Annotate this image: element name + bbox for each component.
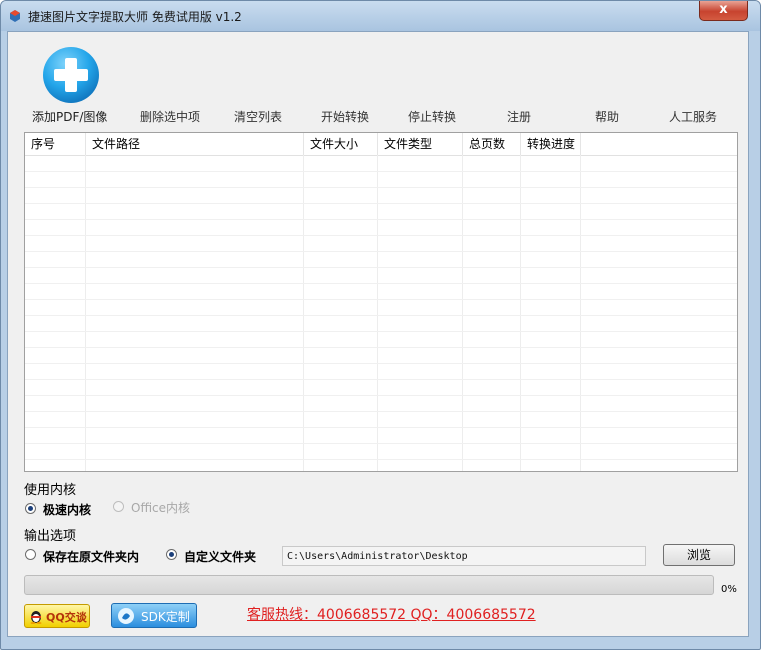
grid-row-line bbox=[25, 203, 737, 204]
output-section-title: 输出选项 bbox=[24, 529, 77, 544]
grid-row-line bbox=[25, 283, 737, 284]
manual-service-button[interactable]: 人工服务 bbox=[669, 108, 717, 125]
save-original-folder-label[interactable]: 保存在原文件夹内 bbox=[43, 548, 139, 565]
register-button[interactable]: 注册 bbox=[507, 108, 531, 125]
custom-folder-label[interactable]: 自定义文件夹 bbox=[184, 548, 256, 565]
add-pdf-image-button[interactable]: 添加PDF/图像 bbox=[32, 108, 107, 125]
grid-row-line bbox=[25, 331, 737, 332]
grid-row-line bbox=[25, 171, 737, 172]
grid-row-line bbox=[25, 363, 737, 364]
custom-folder-radio[interactable] bbox=[166, 549, 177, 560]
grid-row-line bbox=[25, 219, 737, 220]
column-header-progress[interactable]: 转换进度 bbox=[521, 133, 581, 155]
grid-row-line bbox=[25, 299, 737, 300]
engine-office-label: Office内核 bbox=[131, 501, 191, 515]
column-header-pages[interactable]: 总页数 bbox=[463, 133, 521, 155]
qq-chat-button[interactable]: QQ交谈 bbox=[24, 604, 90, 628]
grid-row-line bbox=[25, 411, 737, 412]
sdk-icon bbox=[118, 608, 134, 624]
column-header-type[interactable]: 文件类型 bbox=[378, 133, 463, 155]
title-bar[interactable]: 捷速图片文字提取大师 免费试用版 v1.2 x bbox=[1, 1, 760, 31]
add-icon[interactable] bbox=[41, 45, 101, 105]
qq-chat-label: QQ交谈 bbox=[46, 611, 87, 624]
progress-bar bbox=[24, 575, 714, 595]
support-hotline-link[interactable]: 客服热线：4006685572 QQ：4006685572 bbox=[247, 604, 536, 624]
grid-row-line bbox=[25, 427, 737, 428]
grid-row-line bbox=[25, 251, 737, 252]
client-area: 添加PDF/图像 删除选中项 清空列表 开始转换 停止转换 注册 帮助 人工服务… bbox=[7, 31, 749, 637]
save-original-folder-radio[interactable] bbox=[25, 549, 36, 560]
grid-row-line bbox=[25, 347, 737, 348]
grid-row-line bbox=[25, 379, 737, 380]
delete-selected-button[interactable]: 删除选中项 bbox=[140, 108, 200, 125]
qq-penguin-icon bbox=[30, 611, 42, 624]
column-header-index[interactable]: 序号 bbox=[25, 133, 86, 155]
stop-convert-button[interactable]: 停止转换 bbox=[408, 108, 456, 125]
close-button[interactable]: x bbox=[699, 1, 748, 21]
grid-row-line bbox=[25, 187, 737, 188]
output-path-field[interactable]: C:\Users\Administrator\Desktop bbox=[282, 546, 646, 566]
app-window: 捷速图片文字提取大师 免费试用版 v1.2 x 添加PDF/图像 删除选中项 清… bbox=[0, 0, 761, 650]
file-list-table[interactable]: 序号 文件路径 文件大小 文件类型 总页数 转换进度 bbox=[24, 132, 738, 472]
grid-row-line bbox=[25, 443, 737, 444]
help-button[interactable]: 帮助 bbox=[595, 108, 619, 125]
grid-row-line bbox=[25, 459, 737, 460]
engine-fast-radio[interactable] bbox=[25, 503, 36, 514]
grid-row-line bbox=[25, 315, 737, 316]
sdk-custom-label: SDK定制 bbox=[141, 610, 190, 624]
grid-row-line bbox=[25, 235, 737, 236]
browse-button[interactable]: 浏览 bbox=[663, 544, 735, 566]
clear-list-button[interactable]: 清空列表 bbox=[234, 108, 282, 125]
engine-office-radio bbox=[113, 501, 124, 512]
grid-row-line bbox=[25, 395, 737, 396]
progress-percent: 0% bbox=[721, 584, 737, 595]
window-title: 捷速图片文字提取大师 免费试用版 v1.2 bbox=[28, 10, 242, 24]
grid-row-line bbox=[25, 267, 737, 268]
engine-fast-label[interactable]: 极速内核 bbox=[43, 501, 91, 518]
column-header-size[interactable]: 文件大小 bbox=[304, 133, 378, 155]
app-icon bbox=[10, 10, 20, 22]
engine-section-title: 使用内核 bbox=[24, 483, 77, 498]
start-convert-button[interactable]: 开始转换 bbox=[321, 108, 369, 125]
column-header-path[interactable]: 文件路径 bbox=[86, 133, 304, 155]
table-header: 序号 文件路径 文件大小 文件类型 总页数 转换进度 bbox=[25, 133, 737, 156]
sdk-custom-button[interactable]: SDK定制 bbox=[111, 603, 197, 628]
